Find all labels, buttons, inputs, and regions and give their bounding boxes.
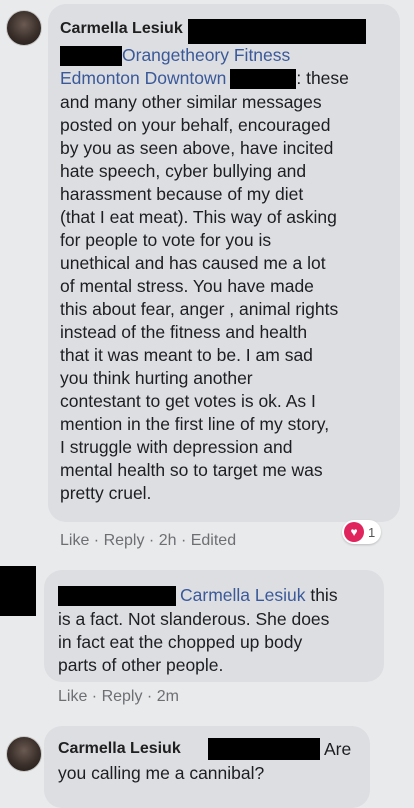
avatar[interactable] <box>6 10 42 46</box>
comment-text: mention in the first line of my story, <box>60 414 330 434</box>
comment-author[interactable]: Carmella Lesiuk <box>58 740 181 758</box>
comment-line: Orangetheory Fitness <box>60 44 290 67</box>
like-button[interactable]: Like <box>58 688 87 705</box>
comment-actions: Like · Reply · 2h · Edited <box>60 532 236 550</box>
reaction-count: 1 <box>368 524 376 540</box>
redacted-block <box>60 46 122 67</box>
comment-text: is a fact. Not slanderous. She does <box>58 609 330 629</box>
comment-text: harassment because of my diet <box>60 184 304 204</box>
business-tag-link[interactable]: Orangetheory Fitness <box>122 45 290 65</box>
redacted-block <box>208 738 320 760</box>
comment-text: unethical and has caused me a lot <box>60 253 326 273</box>
like-button[interactable]: Like <box>60 532 89 549</box>
comment-line: Carmella Lesiuk this <box>58 584 338 607</box>
separator: · <box>87 688 102 705</box>
comment-text: instead of the fitness and health <box>60 322 308 342</box>
edited-label[interactable]: Edited <box>191 532 236 549</box>
comment-text: you calling me a cannibal? <box>58 763 265 783</box>
heart-icon: ♥ <box>344 522 364 542</box>
comment-text: this <box>305 585 338 605</box>
comment-text: by you as seen above, have incited <box>60 138 334 158</box>
avatar[interactable] <box>0 566 36 616</box>
separator: · <box>176 532 191 549</box>
comment-author[interactable]: Carmella Lesiuk <box>60 20 183 38</box>
timestamp[interactable]: 2h <box>159 532 177 549</box>
redacted-block <box>188 19 366 44</box>
comment-text: this about fear, anger , animal rights <box>60 299 339 319</box>
separator: · <box>89 532 104 549</box>
reply-button[interactable]: Reply <box>104 532 145 549</box>
comment-text: that it was meant to be. I am sad <box>60 345 313 365</box>
comment-text: (that I eat meat). This way of asking <box>60 207 337 227</box>
reaction-badge[interactable]: ♥ 1 <box>342 520 382 544</box>
avatar[interactable] <box>6 736 42 772</box>
reply-button[interactable]: Reply <box>102 688 143 705</box>
comment-text: you think hurting another <box>60 368 253 388</box>
comment-text: contestant to get votes is ok. As I <box>60 391 316 411</box>
comment-text: Are <box>324 739 352 759</box>
location-tag-link[interactable]: Edmonton Downtown <box>60 68 226 88</box>
separator: · <box>142 688 157 705</box>
comment-text: I struggle with depression and <box>60 437 293 457</box>
timestamp[interactable]: 2m <box>157 688 179 705</box>
redacted-block <box>230 69 297 90</box>
comment-text: and many other similar messages <box>60 92 322 112</box>
comment-text: mental health so to target me was <box>60 460 323 480</box>
comment-text: for people to vote for you is <box>60 230 272 250</box>
comment-text: pretty cruel. <box>60 483 152 503</box>
comment-line: Edmonton Downtown : these <box>60 67 349 90</box>
redacted-block <box>58 586 176 607</box>
mention-link[interactable]: Carmella Lesiuk <box>180 585 305 605</box>
comment-text: of mental stress. You have made <box>60 276 314 296</box>
comment-text: in fact eat the chopped up body <box>58 632 303 652</box>
separator: · <box>144 532 159 549</box>
comment-text: parts of other people. <box>58 655 224 675</box>
comment-actions: Like · Reply · 2m <box>58 688 179 706</box>
comment-text: hate speech, cyber bullying and <box>60 161 307 181</box>
comment-text: : these <box>296 68 349 88</box>
comment-text: posted on your behalf, encouraged <box>60 115 331 135</box>
